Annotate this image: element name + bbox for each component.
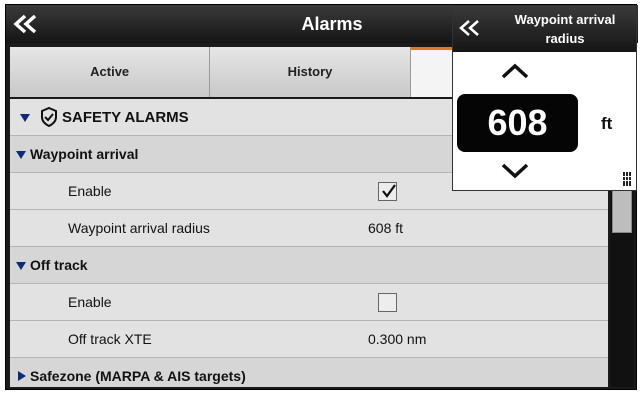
popup-back-button[interactable]	[457, 18, 485, 40]
waypoint-radius-row[interactable]: Waypoint arrival radius 608 ft	[10, 210, 608, 247]
unit-label: ft	[601, 114, 613, 133]
group-safezone[interactable]: Safezone (MARPA & AIS targets)	[10, 358, 608, 387]
expand-triangle-icon	[18, 371, 26, 381]
off-track-enable-checkbox[interactable]	[378, 293, 397, 312]
row-label: Waypoint arrival radius	[68, 220, 210, 236]
section-label: SAFETY ALARMS	[62, 109, 189, 126]
row-label: Enable	[68, 294, 112, 310]
collapse-triangle-icon	[16, 151, 26, 159]
row-label: Off track XTE	[68, 331, 152, 347]
popup-title: Waypoint arrival radius	[514, 12, 616, 46]
row-label: Enable	[68, 183, 112, 199]
collapse-triangle-icon	[20, 114, 30, 122]
collapse-triangle-icon	[16, 262, 26, 270]
popup-header: Waypoint arrival radius	[453, 6, 636, 52]
shield-check-icon	[41, 107, 57, 127]
waypoint-radius-value: 608 ft	[368, 220, 404, 236]
checkmark-icon	[382, 184, 396, 198]
waypoint-radius-popup: Waypoint arrival radius 608 ft	[452, 5, 637, 191]
off-track-enable-row[interactable]: Enable	[10, 284, 608, 321]
tab-active[interactable]: Active	[10, 47, 211, 97]
grip-icon	[623, 172, 632, 186]
radius-value-display[interactable]: 608	[457, 94, 578, 152]
waypoint-enable-checkbox[interactable]	[378, 182, 397, 201]
double-chevron-left-icon	[459, 20, 479, 36]
off-track-xte-value: 0.300 nm	[368, 331, 427, 347]
chevron-up-icon[interactable]	[500, 62, 530, 80]
tab-history[interactable]: History	[210, 47, 411, 97]
group-off-track[interactable]: Off track	[10, 247, 608, 284]
group-label: Waypoint arrival	[30, 146, 139, 162]
chevron-down-icon[interactable]	[500, 162, 530, 180]
off-track-xte-row[interactable]: Off track XTE 0.300 nm	[10, 321, 608, 358]
group-label: Off track	[30, 257, 88, 273]
group-label: Safezone (MARPA & AIS targets)	[30, 368, 246, 384]
